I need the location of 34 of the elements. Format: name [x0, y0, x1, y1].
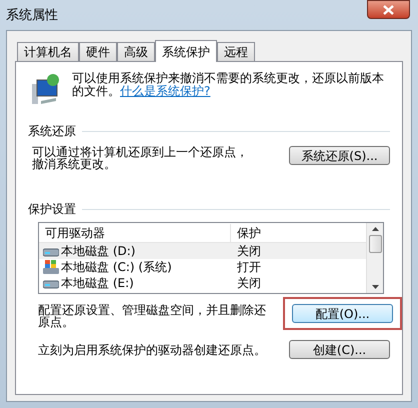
configure-description: 配置还原设置、管理磁盘空间，并且删除还原点。	[38, 304, 267, 328]
create-button[interactable]: 创建(C)...	[289, 340, 390, 359]
drive-name: 本地磁盘 (D:)	[61, 243, 136, 260]
tab[interactable]: 远程	[217, 42, 255, 61]
protection-status: 打开	[236, 259, 261, 276]
tab[interactable]: 计算机名	[17, 42, 79, 61]
configure-button[interactable]: 配置(O)...	[292, 304, 393, 323]
tab[interactable]: 高级	[117, 42, 155, 61]
intro-text: 可以使用系统保护来撤消不需要的系统更改，还原以前版本的文件。什么是系统保护?	[72, 72, 385, 100]
close-button[interactable]	[367, 0, 410, 19]
help-link[interactable]: 什么是系统保护?	[120, 84, 210, 98]
drive-name: 本地磁盘 (C:) (系统)	[61, 259, 172, 276]
drive-row[interactable]: 本地磁盘 (E:) 关闭	[39, 275, 366, 291]
window-title: 系统属性	[6, 7, 58, 25]
scroll-thumb[interactable]	[368, 235, 382, 253]
scrollbar[interactable]	[366, 223, 383, 293]
tab[interactable]: 硬件	[79, 42, 117, 61]
column-header[interactable]: 保护	[231, 224, 261, 242]
section-heading: 系统还原	[28, 123, 76, 140]
protection-status: 关闭	[236, 243, 261, 260]
scroll-up-icon	[372, 227, 378, 231]
system-drive-icon	[43, 260, 59, 274]
scroll-down-icon	[372, 285, 378, 289]
column-header[interactable]: 可用驱动器	[39, 224, 231, 242]
section-heading: 保护设置	[28, 201, 76, 218]
drive-row[interactable]: 本地磁盘 (D:) 关闭	[39, 243, 366, 259]
restore-description: 可以通过将计算机还原到上一个还原点，撤消系统更改。	[32, 146, 249, 170]
drive-row[interactable]: 本地磁盘 (C:) (系统) 打开	[39, 259, 366, 275]
drive-name: 本地磁盘 (E:)	[61, 275, 134, 292]
protection-status: 关闭	[236, 275, 261, 292]
tab[interactable]: 系统保护	[155, 40, 217, 62]
create-description: 立刻为启用系统保护的驱动器创建还原点。	[38, 342, 266, 358]
system-restore-button[interactable]: 系统还原(S)...	[289, 146, 390, 165]
close-icon	[383, 4, 394, 14]
